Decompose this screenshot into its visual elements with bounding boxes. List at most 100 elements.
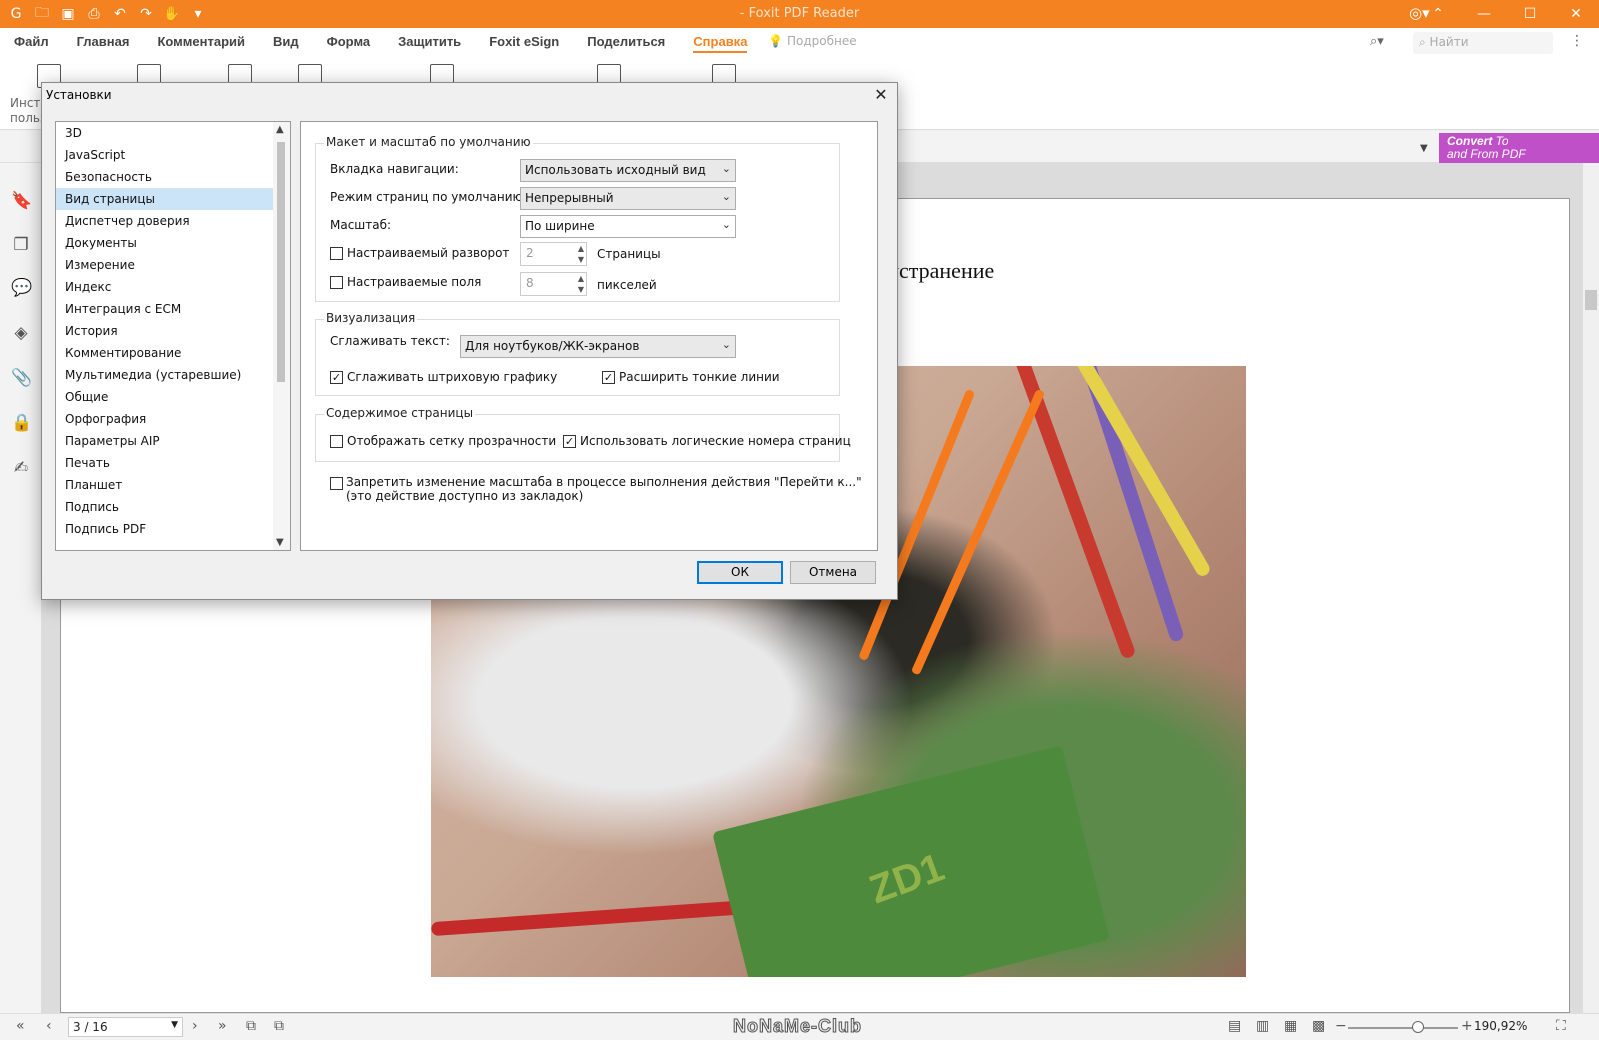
- menu-view[interactable]: Вид: [273, 34, 299, 53]
- nav-tab-label: Вкладка навигации:: [330, 162, 459, 176]
- smooth-lineart-checkbox[interactable]: ✓: [330, 371, 343, 384]
- category-scrollbar[interactable]: ▲ ▼: [273, 122, 290, 550]
- category-item[interactable]: Общие: [56, 386, 290, 408]
- category-item[interactable]: Комментирование: [56, 342, 290, 364]
- pages-icon[interactable]: ❐: [11, 235, 31, 255]
- tell-me[interactable]: 💡 Подробнее: [768, 34, 857, 48]
- logical-page-numbers-checkbox[interactable]: ✓: [563, 435, 576, 448]
- first-page-icon[interactable]: «: [16, 1018, 25, 1034]
- zoom-select[interactable]: По ширине ⌄: [520, 215, 736, 238]
- category-item[interactable]: 3D: [56, 122, 290, 144]
- dialog-close-icon[interactable]: ✕: [871, 85, 891, 105]
- menu-comment[interactable]: Комментарий: [157, 34, 245, 53]
- minimize-icon[interactable]: —: [1461, 0, 1507, 28]
- page-mode-label: Режим страниц по умолчанию:: [330, 190, 527, 204]
- category-item[interactable]: Диспетчер доверия: [56, 210, 290, 232]
- watermark-brand: NoNaMe-Club: [733, 1016, 862, 1037]
- page-number-input[interactable]: 3 / 16 ▼: [68, 1017, 183, 1037]
- forbid-zoom-checkbox[interactable]: [330, 477, 343, 490]
- continuous-icon[interactable]: ▥: [1256, 1018, 1269, 1034]
- zoom-value[interactable]: 190,92%: [1474, 1019, 1527, 1033]
- layers-icon[interactable]: ◈: [11, 323, 31, 343]
- enhance-thin-label: Расширить тонкие линии: [619, 370, 780, 384]
- fullscreen-icon[interactable]: ⛶: [1556, 1018, 1566, 1034]
- last-page-icon[interactable]: »: [218, 1018, 227, 1034]
- menu-protect[interactable]: Защитить: [398, 34, 461, 53]
- scroll-thumb[interactable]: [1585, 290, 1597, 310]
- spinner-arrows-icon: ▲ ▼: [577, 244, 584, 264]
- previous-view-icon[interactable]: ⧉: [246, 1018, 256, 1034]
- preferences-dialog: Установки ✕ 3D JavaScript Безопасность В…: [41, 82, 898, 600]
- next-page-icon[interactable]: ›: [192, 1018, 198, 1034]
- page-mode-select[interactable]: Непрерывный ⌄: [520, 187, 736, 210]
- close-window-icon[interactable]: ✕: [1553, 0, 1599, 28]
- category-item[interactable]: Подпись: [56, 496, 290, 518]
- lightbulb-icon: 💡: [768, 34, 783, 48]
- scroll-up-icon[interactable]: ▲: [276, 124, 284, 135]
- next-view-icon[interactable]: ⧉: [274, 1018, 284, 1034]
- group-title: Визуализация: [324, 311, 418, 325]
- category-item[interactable]: Индекс: [56, 276, 290, 298]
- custom-margins-checkbox[interactable]: [330, 276, 343, 289]
- circuit-board: ZD1: [712, 745, 1110, 977]
- enhance-thin-checkbox[interactable]: ✓: [602, 371, 615, 384]
- comments-icon[interactable]: 💬: [11, 278, 32, 298]
- zoom-slider[interactable]: [1348, 1027, 1458, 1029]
- scroll-down-icon[interactable]: ▼: [276, 537, 284, 548]
- single-page-icon[interactable]: ▤: [1228, 1018, 1241, 1034]
- menu-esign[interactable]: Foxit eSign: [489, 34, 559, 53]
- zoom-out-icon[interactable]: −: [1335, 1018, 1347, 1034]
- annotation-arrow: [910, 388, 1046, 676]
- tab-list-dropdown-icon[interactable]: ▼: [1420, 143, 1428, 154]
- signature-icon[interactable]: ✍: [11, 458, 31, 478]
- category-item[interactable]: JavaScript: [56, 144, 290, 166]
- menu-form[interactable]: Форма: [327, 34, 370, 53]
- category-item[interactable]: Интеграция с ECM: [56, 298, 290, 320]
- bookmark-icon[interactable]: 🔖: [11, 191, 32, 211]
- menu-file[interactable]: Файл: [14, 34, 49, 53]
- category-item[interactable]: Печать: [56, 452, 290, 474]
- convert-pdf-banner[interactable]: Convert To and From PDF: [1439, 133, 1599, 163]
- category-item-selected[interactable]: Вид страницы: [56, 188, 290, 210]
- menu-share[interactable]: Поделиться: [587, 34, 665, 53]
- transparency-grid-checkbox[interactable]: [330, 435, 343, 448]
- ribbon-toggle-icon[interactable]: ⌃: [1415, 0, 1461, 28]
- custom-margins-unit: пикселей: [597, 278, 657, 292]
- search-input[interactable]: ⌕ Найти: [1413, 32, 1553, 54]
- zoom-in-icon[interactable]: +: [1461, 1018, 1473, 1034]
- search-icon: ⌕: [1419, 35, 1430, 49]
- spinner-arrows-icon: ▲ ▼: [577, 274, 584, 294]
- logical-page-numbers-label: Использовать логические номера страниц: [580, 434, 851, 448]
- attachment-icon[interactable]: 📎: [11, 368, 32, 388]
- category-item[interactable]: Документы: [56, 232, 290, 254]
- category-item[interactable]: Параметры AIP: [56, 430, 290, 452]
- vertical-scrollbar[interactable]: [1583, 163, 1599, 1013]
- category-item[interactable]: Мультимедиа (устаревшие): [56, 364, 290, 386]
- custom-spread-spinner[interactable]: 2 ▲ ▼: [520, 242, 587, 266]
- category-item[interactable]: Безопасность: [56, 166, 290, 188]
- scroll-thumb[interactable]: [277, 142, 285, 382]
- security-icon[interactable]: 🔒: [11, 413, 32, 433]
- category-item[interactable]: Планшет: [56, 474, 290, 496]
- continuous-facing-icon[interactable]: ▩: [1312, 1018, 1325, 1034]
- search-options-icon[interactable]: ⌕▾: [1370, 34, 1384, 49]
- category-item[interactable]: Подпись PDF: [56, 518, 290, 540]
- custom-margins-label: Настраиваемые поля: [347, 275, 482, 289]
- custom-spread-checkbox[interactable]: [330, 247, 343, 260]
- category-item[interactable]: Измерение: [56, 254, 290, 276]
- ok-button[interactable]: ОК: [697, 561, 783, 584]
- cancel-button[interactable]: Отмена: [790, 561, 876, 584]
- maximize-icon[interactable]: ☐: [1507, 0, 1553, 28]
- custom-margins-spinner[interactable]: 8 ▲ ▼: [520, 272, 587, 296]
- nav-tab-select[interactable]: Использовать исходный вид ⌄: [520, 159, 736, 182]
- category-item[interactable]: История: [56, 320, 290, 342]
- menu-help[interactable]: Справка: [693, 34, 748, 53]
- more-options-icon[interactable]: ⋮: [1570, 33, 1584, 49]
- custom-spread-label: Настраиваемый разворот: [347, 246, 510, 260]
- category-item[interactable]: Орфография: [56, 408, 290, 430]
- prev-page-icon[interactable]: ‹: [46, 1018, 52, 1034]
- facing-icon[interactable]: ▦: [1284, 1018, 1297, 1034]
- smooth-text-select[interactable]: Для ноутбуков/ЖК-экранов ⌄: [460, 335, 736, 358]
- menu-home[interactable]: Главная: [77, 34, 130, 53]
- zoom-slider-knob[interactable]: [1412, 1021, 1424, 1033]
